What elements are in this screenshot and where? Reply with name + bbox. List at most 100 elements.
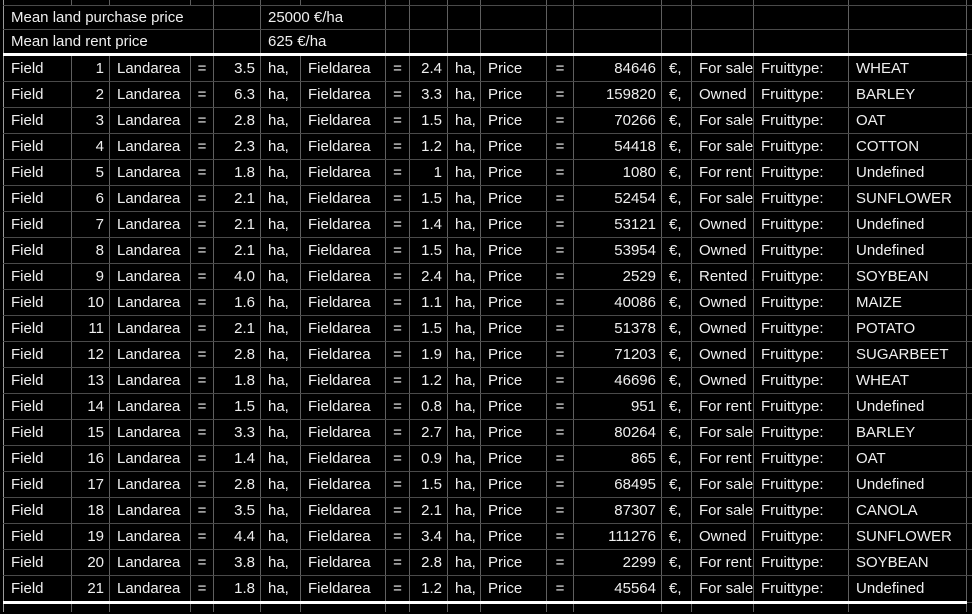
cell-price-value[interactable]: 40086 <box>574 290 662 316</box>
cell-field-number[interactable]: 5 <box>72 160 110 186</box>
cell-landarea-value[interactable]: 2.8 <box>214 108 261 134</box>
cell-fruittype-label[interactable]: Fruittype: <box>754 316 849 342</box>
cell-field-number[interactable]: 19 <box>72 524 110 550</box>
cell-price-currency[interactable]: €, <box>662 134 692 160</box>
cell-equals-sign[interactable]: = <box>547 576 574 603</box>
cell-fruit-value[interactable]: SOYBEAN <box>849 264 967 290</box>
empty-cell[interactable] <box>448 6 481 30</box>
cell-fieldarea-unit[interactable]: ha, <box>448 160 481 186</box>
cell-fieldarea-value[interactable]: 1.2 <box>410 134 448 160</box>
cell-fieldarea-label[interactable]: Fieldarea <box>301 55 386 82</box>
cell-equals-sign[interactable]: = <box>191 238 214 264</box>
cell-fieldarea-unit[interactable]: ha, <box>448 472 481 498</box>
cell-landarea-value[interactable]: 2.1 <box>214 316 261 342</box>
cell-field-number[interactable]: 16 <box>72 446 110 472</box>
cell-field-number[interactable]: 17 <box>72 472 110 498</box>
cell-landarea-value[interactable]: 4.4 <box>214 524 261 550</box>
cell-ownership-status[interactable]: For rent, <box>692 550 754 576</box>
empty-cell[interactable] <box>481 30 547 55</box>
cell-price-currency[interactable]: €, <box>662 186 692 212</box>
cell-fieldarea-unit[interactable]: ha, <box>448 290 481 316</box>
cell-fruit-value[interactable]: Undefined <box>849 394 967 420</box>
cell-equals-sign[interactable]: = <box>386 290 410 316</box>
cell-fruittype-label[interactable]: Fruittype: <box>754 420 849 446</box>
cell-landarea-value[interactable]: 3.5 <box>214 55 261 82</box>
cell-fieldarea-value[interactable]: 3.3 <box>410 82 448 108</box>
cell-fruittype-label[interactable]: Fruittype: <box>754 264 849 290</box>
cell-fruit-value[interactable]: SUNFLOWER <box>849 524 967 550</box>
cell-equals-sign[interactable]: = <box>386 316 410 342</box>
cell-equals-sign[interactable]: = <box>547 472 574 498</box>
cell-price-label[interactable]: Price <box>481 186 547 212</box>
cell-fieldarea-unit[interactable]: ha, <box>448 108 481 134</box>
cell-field-label[interactable]: Field <box>4 290 72 316</box>
empty-cell[interactable] <box>481 6 547 30</box>
cell-price-currency[interactable]: €, <box>662 290 692 316</box>
cell-equals-sign[interactable]: = <box>547 212 574 238</box>
cell-equals-sign[interactable]: = <box>191 264 214 290</box>
cell-fieldarea-unit[interactable]: ha, <box>448 55 481 82</box>
cell-price-value[interactable]: 84646 <box>574 55 662 82</box>
cell-equals-sign[interactable]: = <box>191 368 214 394</box>
cell-field-number[interactable]: 2 <box>72 82 110 108</box>
cell-price-label[interactable]: Price <box>481 446 547 472</box>
cell-fieldarea-label[interactable]: Fieldarea <box>301 498 386 524</box>
cell-equals-sign[interactable]: = <box>547 238 574 264</box>
cell-price-currency[interactable]: €, <box>662 316 692 342</box>
cell-fieldarea-unit[interactable]: ha, <box>448 498 481 524</box>
empty-cell[interactable] <box>754 6 849 30</box>
cell-equals-sign[interactable]: = <box>547 108 574 134</box>
cell-price-currency[interactable]: €, <box>662 576 692 603</box>
cell-field-label[interactable]: Field <box>4 550 72 576</box>
cell-fruittype-label[interactable]: Fruittype: <box>754 576 849 603</box>
cell-price-value[interactable]: 111276 <box>574 524 662 550</box>
cell-price-label[interactable]: Price <box>481 576 547 603</box>
cell-fruit-value[interactable]: MAIZE <box>849 290 967 316</box>
cell-fieldarea-label[interactable]: Fieldarea <box>301 160 386 186</box>
cell-price-label[interactable]: Price <box>481 264 547 290</box>
cell-ownership-status[interactable]: For rent, <box>692 394 754 420</box>
cell-fruittype-label[interactable]: Fruittype: <box>754 290 849 316</box>
cell-equals-sign[interactable]: = <box>386 212 410 238</box>
cell-fieldarea-value[interactable]: 2.1 <box>410 498 448 524</box>
empty-cell[interactable] <box>754 30 849 55</box>
cell-equals-sign[interactable]: = <box>547 342 574 368</box>
cell-fieldarea-label[interactable]: Fieldarea <box>301 212 386 238</box>
cell-ownership-status[interactable]: For sale, <box>692 576 754 603</box>
cell-fieldarea-unit[interactable]: ha, <box>448 550 481 576</box>
cell-price-label[interactable]: Price <box>481 550 547 576</box>
cell-ownership-status[interactable]: Owned , <box>692 342 754 368</box>
cell-landarea-label[interactable]: Landarea <box>110 108 191 134</box>
cell-price-currency[interactable]: €, <box>662 342 692 368</box>
cell-landarea-unit[interactable]: ha, <box>261 316 301 342</box>
cell-price-value[interactable]: 46696 <box>574 368 662 394</box>
cell-field-label[interactable]: Field <box>4 186 72 212</box>
cell-fieldarea-label[interactable]: Fieldarea <box>301 290 386 316</box>
cell-fieldarea-unit[interactable]: ha, <box>448 186 481 212</box>
cell-fieldarea-value[interactable]: 2.4 <box>410 264 448 290</box>
cell-field-number[interactable]: 7 <box>72 212 110 238</box>
cell-price-currency[interactable]: €, <box>662 212 692 238</box>
cell-field-label[interactable]: Field <box>4 316 72 342</box>
cell-fruit-value[interactable]: SUGARBEET <box>849 342 967 368</box>
empty-cell[interactable] <box>547 6 574 30</box>
cell-landarea-unit[interactable]: ha, <box>261 420 301 446</box>
cell-equals-sign[interactable]: = <box>191 524 214 550</box>
cell-fieldarea-value[interactable]: 2.7 <box>410 420 448 446</box>
empty-cell[interactable] <box>662 6 692 30</box>
cell-fieldarea-label[interactable]: Fieldarea <box>301 134 386 160</box>
cell-landarea-value[interactable]: 1.5 <box>214 394 261 420</box>
cell-field-label[interactable]: Field <box>4 394 72 420</box>
cell-fieldarea-label[interactable]: Fieldarea <box>301 82 386 108</box>
cell-landarea-unit[interactable]: ha, <box>261 238 301 264</box>
cell-ownership-status[interactable]: For sale, <box>692 108 754 134</box>
cell-landarea-label[interactable]: Landarea <box>110 55 191 82</box>
cell-fieldarea-value[interactable]: 1.1 <box>410 290 448 316</box>
cell-landarea-label[interactable]: Landarea <box>110 316 191 342</box>
cell-fieldarea-value[interactable]: 3.4 <box>410 524 448 550</box>
cell-landarea-value[interactable]: 2.3 <box>214 134 261 160</box>
cell-landarea-value[interactable]: 2.8 <box>214 472 261 498</box>
cell-price-label[interactable]: Price <box>481 290 547 316</box>
cell-fruit-value[interactable]: WHEAT <box>849 55 967 82</box>
cell-equals-sign[interactable]: = <box>191 134 214 160</box>
